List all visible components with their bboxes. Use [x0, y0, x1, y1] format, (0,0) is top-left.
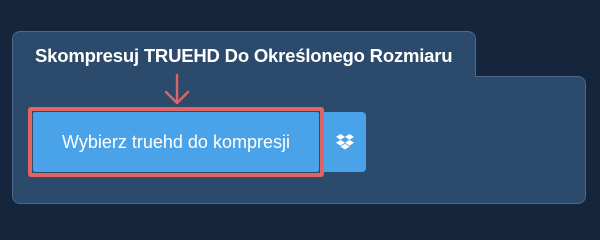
- dropbox-icon: [336, 134, 354, 150]
- tab-title: Skompresuj TRUEHD Do Określonego Rozmiar…: [35, 45, 453, 66]
- down-arrow-icon: [164, 74, 190, 105]
- choose-file-button[interactable]: Wybierz truehd do kompresji: [33, 112, 319, 172]
- tab-seam: [13, 75, 475, 78]
- compress-widget: Skompresuj TRUEHD Do Określonego Rozmiar…: [0, 0, 600, 230]
- dropbox-button[interactable]: [324, 112, 366, 172]
